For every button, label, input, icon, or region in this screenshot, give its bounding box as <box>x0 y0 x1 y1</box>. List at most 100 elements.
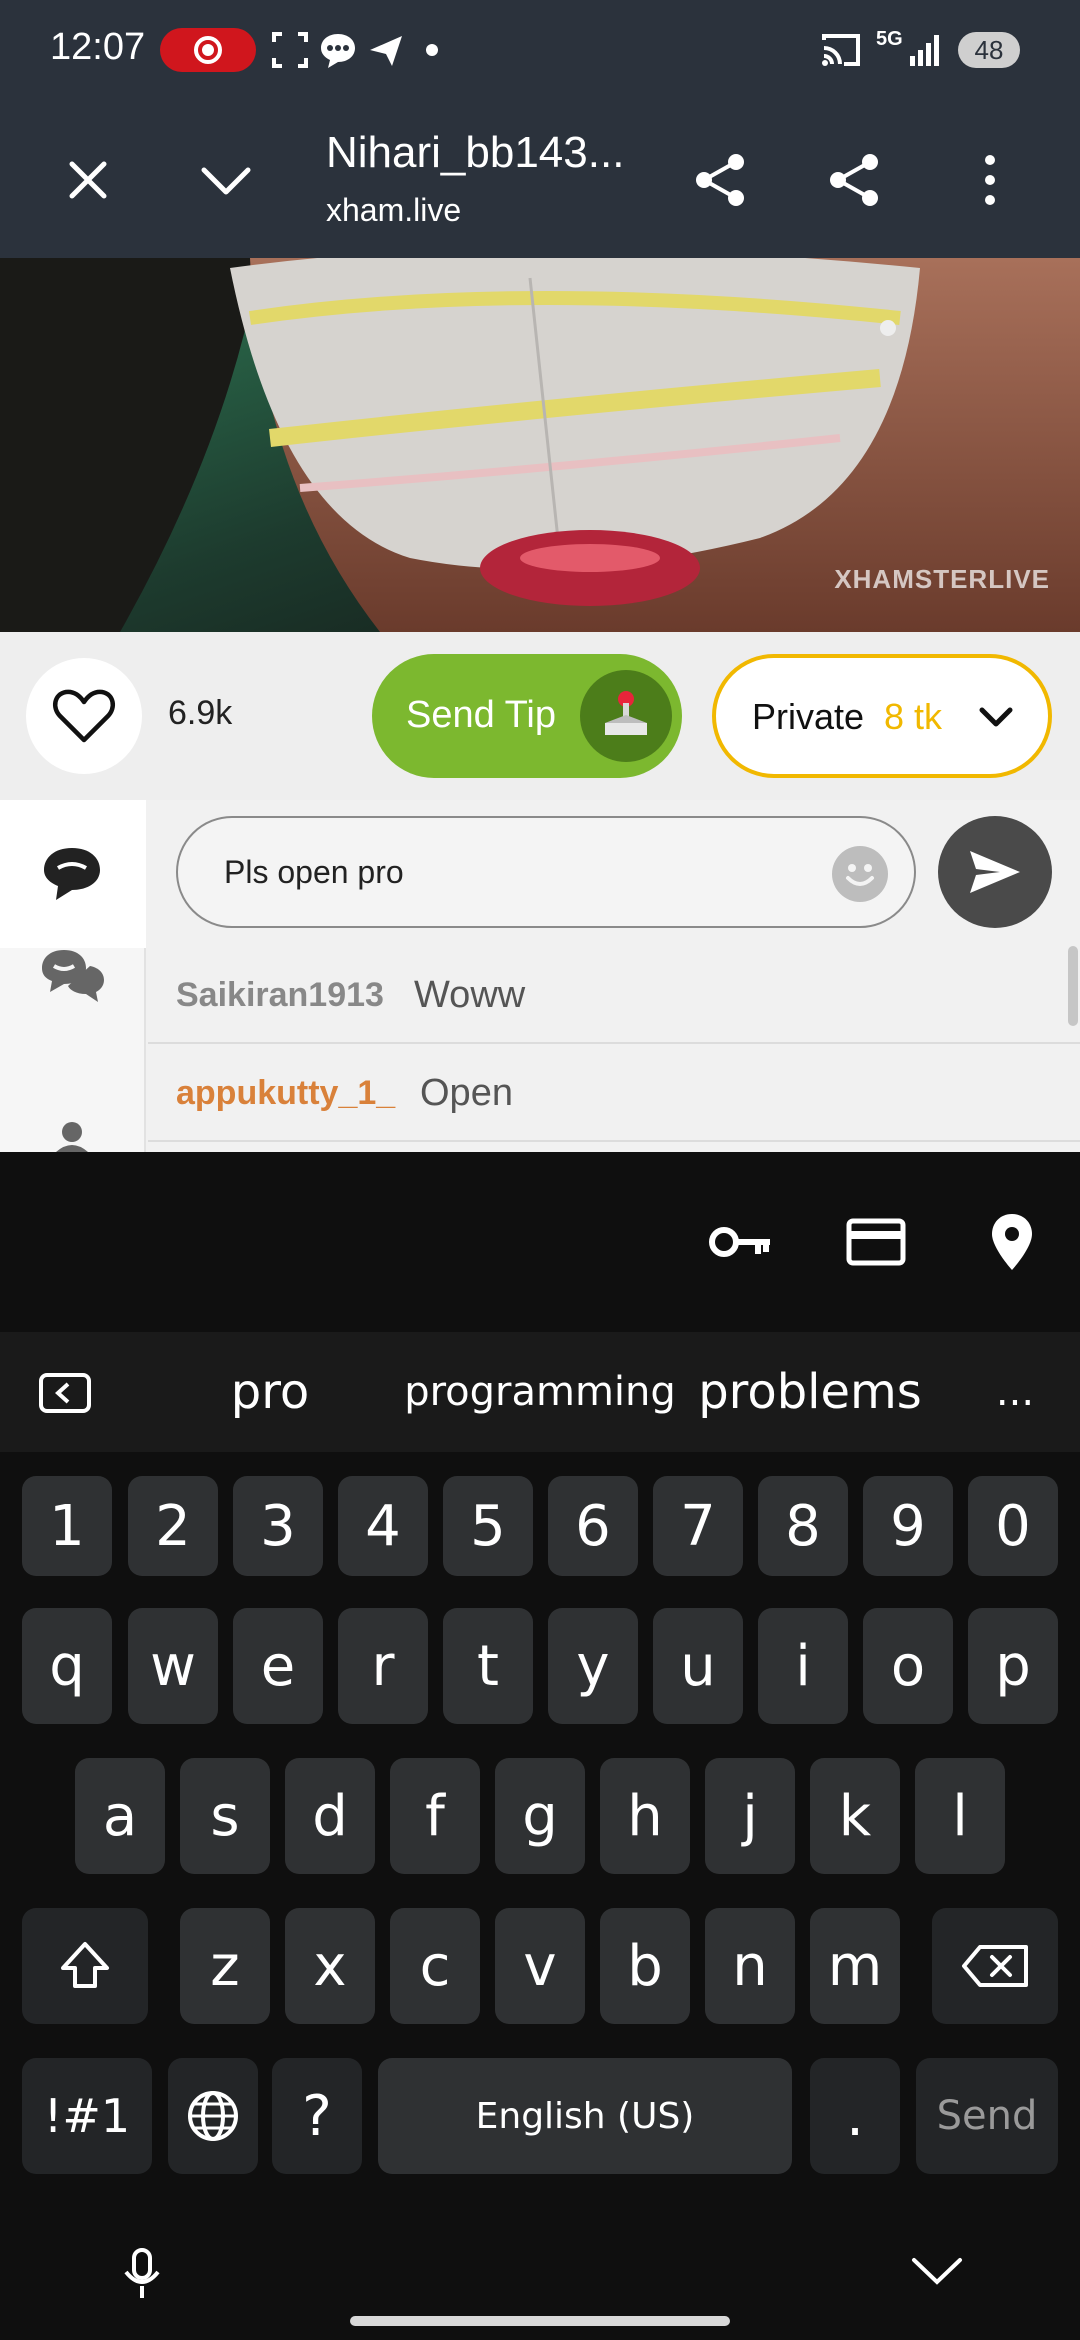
key-y[interactable]: y <box>548 1608 638 1724</box>
key-7[interactable]: 7 <box>653 1476 743 1576</box>
suggestion-item[interactable]: problems <box>690 1332 930 1452</box>
key-f[interactable]: f <box>390 1758 480 1874</box>
language-key[interactable] <box>168 2058 258 2174</box>
tab-public-chat[interactable] <box>0 800 146 948</box>
key-g[interactable]: g <box>495 1758 585 1874</box>
key-n[interactable]: n <box>705 1908 795 2024</box>
status-time: 12:07 <box>50 26 146 68</box>
suggestion-item[interactable]: programming <box>400 1332 680 1452</box>
chat-scrollbar[interactable] <box>1068 946 1078 1026</box>
key-p[interactable]: p <box>968 1608 1058 1724</box>
location-pin-icon[interactable] <box>990 1212 1034 1272</box>
message-text: Open <box>420 1072 513 1114</box>
notification-dot-icon <box>426 44 438 56</box>
key-j[interactable]: j <box>705 1758 795 1874</box>
chat-input-value: Pls open pro <box>224 854 404 890</box>
share-icon[interactable] <box>690 150 750 210</box>
key-c[interactable]: c <box>390 1908 480 2024</box>
send-message-button[interactable] <box>938 816 1052 928</box>
like-count: 6.9k <box>168 694 233 732</box>
send-tip-label: Send Tip <box>406 694 556 736</box>
key-4[interactable]: 4 <box>338 1476 428 1576</box>
more-suggestions-button[interactable]: ... <box>980 1332 1050 1452</box>
emoji-icon[interactable] <box>832 846 888 902</box>
chat-input[interactable]: Pls open pro <box>176 816 916 928</box>
send-icon <box>370 36 402 66</box>
key-8[interactable]: 8 <box>758 1476 848 1576</box>
key-u[interactable]: u <box>653 1608 743 1724</box>
screen-record-icon <box>160 28 256 72</box>
chevron-down-icon[interactable] <box>198 160 254 200</box>
collapse-toolbar-icon[interactable] <box>38 1372 92 1414</box>
credit-card-icon[interactable] <box>846 1218 906 1266</box>
keyboard: pro programming problems ... 1 2 3 4 5 6… <box>0 1152 1080 2340</box>
message-user[interactable]: Saikiran1913 <box>176 976 384 1015</box>
key-d[interactable]: d <box>285 1758 375 1874</box>
key-1[interactable]: 1 <box>22 1476 112 1576</box>
key-period[interactable]: . <box>810 2058 900 2174</box>
key-i[interactable]: i <box>758 1608 848 1724</box>
key-t[interactable]: t <box>443 1608 533 1724</box>
message-text: Woww <box>414 974 526 1016</box>
browser-toolbar: Nihari_bb143... xham.live <box>0 100 1080 258</box>
message-icon <box>321 34 355 68</box>
backspace-key[interactable] <box>932 1908 1058 2024</box>
key-9[interactable]: 9 <box>863 1476 953 1576</box>
key-6[interactable]: 6 <box>548 1476 638 1576</box>
network-type: 5G <box>876 28 903 50</box>
list-item: Saikiran1913 Woww <box>148 946 1080 1044</box>
key-2[interactable]: 2 <box>128 1476 218 1576</box>
more-vert-icon[interactable] <box>976 152 1004 208</box>
key-icon[interactable] <box>708 1222 774 1262</box>
send-tip-button[interactable]: Send Tip <box>372 654 682 778</box>
key-o[interactable]: o <box>863 1608 953 1724</box>
page-title: Nihari_bb143... <box>326 128 625 177</box>
key-0[interactable]: 0 <box>968 1476 1058 1576</box>
key-l[interactable]: l <box>915 1758 1005 1874</box>
private-chat-icon[interactable] <box>38 946 108 1008</box>
microphone-icon[interactable] <box>118 2246 166 2302</box>
key-w[interactable]: w <box>128 1608 218 1724</box>
globe-icon <box>188 2091 238 2141</box>
key-q[interactable]: q <box>22 1608 112 1724</box>
key-r[interactable]: r <box>338 1608 428 1724</box>
suggestion-item[interactable]: pro <box>170 1332 370 1452</box>
key-h[interactable]: h <box>600 1758 690 1874</box>
chat-sidebar <box>0 800 146 1152</box>
list-item: appukutty_1_ Open <box>148 1044 1080 1142</box>
hide-keyboard-icon[interactable] <box>910 2252 964 2288</box>
key-k[interactable]: k <box>810 1758 900 1874</box>
symbols-key[interactable]: !#1 <box>22 2058 152 2174</box>
key-question[interactable]: ? <box>272 2058 362 2174</box>
key-b[interactable]: b <box>600 1908 690 2024</box>
key-s[interactable]: s <box>180 1758 270 1874</box>
like-button[interactable] <box>26 658 142 774</box>
key-e[interactable]: e <box>233 1608 323 1724</box>
share-alt-icon[interactable] <box>824 150 884 210</box>
chevron-down-icon <box>979 707 1013 727</box>
key-5[interactable]: 5 <box>443 1476 533 1576</box>
user-icon[interactable] <box>52 1118 92 1152</box>
key-a[interactable]: a <box>75 1758 165 1874</box>
key-x[interactable]: x <box>285 1908 375 2024</box>
cast-icon <box>822 34 860 66</box>
video-watermark: XHAMSTERLIVE <box>834 564 1050 594</box>
signal-icon <box>910 35 939 66</box>
space-key[interactable]: English (US) <box>378 2058 792 2174</box>
message-user[interactable]: appukutty_1_ <box>176 1074 395 1113</box>
chat-messages: Saikiran1913 Woww appukutty_1_ Open <box>148 946 1080 1152</box>
send-key[interactable]: Send <box>916 2058 1058 2174</box>
heart-icon <box>52 689 116 743</box>
key-v[interactable]: v <box>495 1908 585 2024</box>
close-icon[interactable] <box>64 156 112 204</box>
key-3[interactable]: 3 <box>233 1476 323 1576</box>
key-z[interactable]: z <box>180 1908 270 2024</box>
private-button[interactable]: Private 8 tk <box>712 654 1052 778</box>
live-video[interactable]: XHAMSTERLIVE <box>0 258 1080 632</box>
chat-bubble-icon <box>44 848 100 900</box>
key-m[interactable]: m <box>810 1908 900 2024</box>
shift-icon <box>61 1942 109 1988</box>
home-indicator[interactable] <box>350 2316 730 2326</box>
shift-key[interactable] <box>22 1908 148 2024</box>
backspace-icon <box>962 1945 1028 1987</box>
